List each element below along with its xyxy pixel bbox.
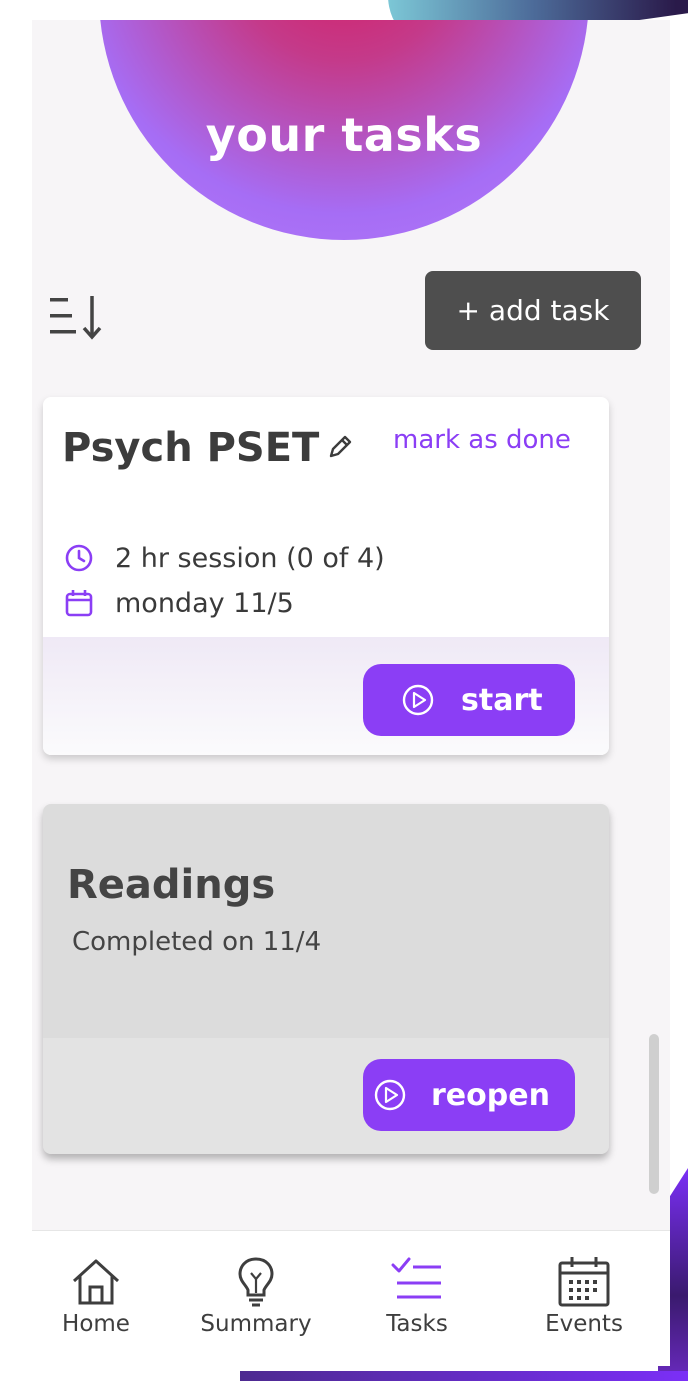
calendar-icon <box>558 1257 610 1307</box>
clock-icon <box>65 544 93 572</box>
completed-date-text: Completed on 11/4 <box>72 927 322 957</box>
task-title: Psych PSET <box>62 425 320 471</box>
pencil-icon[interactable] <box>325 432 355 462</box>
nav-item-tasks[interactable]: Tasks <box>342 1253 492 1337</box>
phone-screen: your tasks + add task Psych PSET mark as… <box>32 20 670 1366</box>
checklist-icon <box>391 1257 441 1299</box>
calendar-icon <box>65 590 93 617</box>
nav-item-summary[interactable]: Summary <box>181 1253 331 1337</box>
play-circle-icon <box>402 684 434 716</box>
session-text: 2 hr session (0 of 4) <box>115 542 385 574</box>
session-row: 2 hr session (0 of 4) <box>63 542 385 574</box>
task-title: Readings <box>67 862 276 908</box>
nav-label: Summary <box>200 1311 312 1337</box>
reopen-button-label: reopen <box>431 1077 550 1113</box>
date-row: monday 11/5 <box>63 587 294 619</box>
nav-label: Tasks <box>386 1311 448 1337</box>
task-card[interactable]: Psych PSET mark as done 2 hr session (0 … <box>43 397 609 755</box>
reopen-button[interactable]: reopen <box>363 1059 575 1131</box>
completed-task-card[interactable]: Readings Completed on 11/4 reopen <box>43 804 609 1154</box>
start-button[interactable]: start <box>363 664 575 736</box>
date-text: monday 11/5 <box>115 587 294 619</box>
nav-label: Home <box>62 1311 130 1337</box>
play-circle-icon <box>374 1079 406 1111</box>
nav-item-home[interactable]: Home <box>32 1253 171 1337</box>
nav-label: Events <box>545 1311 623 1337</box>
nav-item-events[interactable]: Events <box>509 1253 659 1337</box>
page-title: your tasks <box>205 108 483 162</box>
add-task-button[interactable]: + add task <box>425 271 641 350</box>
decorative-bottom-stripe <box>240 1371 688 1381</box>
home-icon <box>72 1259 120 1305</box>
lightbulb-icon <box>238 1257 274 1307</box>
start-button-label: start <box>461 682 543 718</box>
sort-descending-icon[interactable] <box>48 292 104 342</box>
bottom-navigation: Home Summary Tasks Events <box>32 1230 670 1366</box>
mark-as-done-link[interactable]: mark as done <box>393 425 571 455</box>
scrollbar[interactable] <box>649 1034 659 1194</box>
